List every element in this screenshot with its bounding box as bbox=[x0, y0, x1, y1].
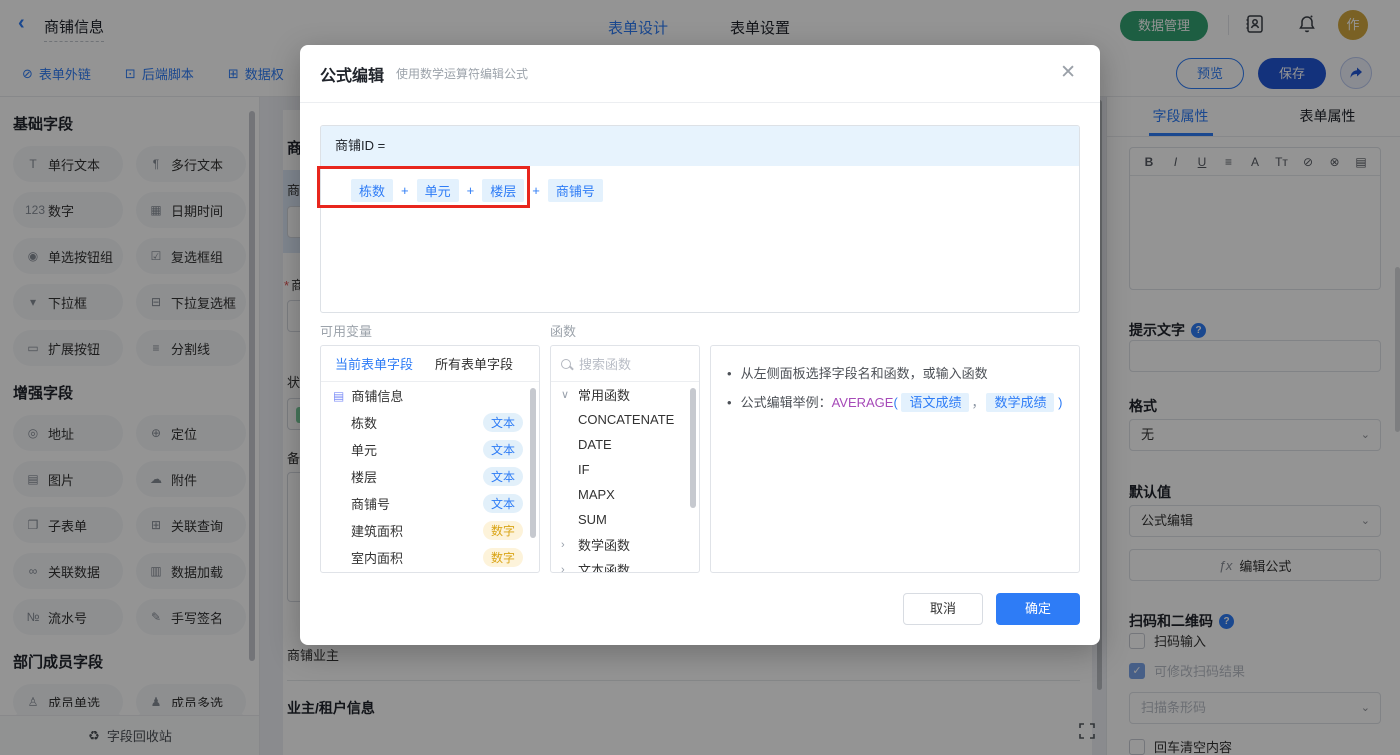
example-prefix: 公式编辑举例： bbox=[740, 394, 832, 410]
comma: ， bbox=[971, 394, 985, 410]
search-icon bbox=[561, 358, 571, 369]
bullet-icon: • bbox=[727, 394, 732, 410]
function-group-label: 文本函数 bbox=[578, 563, 631, 573]
formula-chip-商铺号[interactable]: 商铺号 bbox=[547, 179, 603, 202]
function-item-MAPX[interactable]: MAPX bbox=[551, 482, 699, 507]
modal-title: 公式编辑 bbox=[320, 67, 385, 85]
tab-all-form-fields[interactable]: 所有表单字段 bbox=[435, 354, 513, 373]
variables-caption: 可用变量 bbox=[320, 324, 373, 339]
function-group-label: 数学函数 bbox=[578, 538, 631, 553]
confirm-button[interactable]: 确定 bbox=[996, 593, 1080, 625]
variable-field-楼层[interactable]: 楼层 文本 bbox=[321, 463, 539, 490]
field-type-badge: 文本 bbox=[482, 494, 523, 513]
tips-panel: • 从左侧面板选择字段名和函数，或输入函数 • 公式编辑举例：AVERAGE( … bbox=[710, 345, 1080, 573]
variables-scrollbar[interactable] bbox=[530, 388, 536, 538]
tab-current-form-fields[interactable]: 当前表单字段 bbox=[335, 354, 413, 373]
function-group-文本函数[interactable]: › 文本函数 bbox=[551, 557, 699, 573]
formula-target: 商铺ID = bbox=[321, 126, 1079, 166]
close-paren: ) bbox=[1058, 394, 1063, 410]
search-placeholder: 搜索函数 bbox=[579, 357, 632, 372]
close-icon[interactable]: ✕ bbox=[1060, 63, 1076, 82]
field-type-badge: 文本 bbox=[482, 440, 523, 459]
variables-panel: 当前表单字段 所有表单字段 ▤ 商铺信息 栋数 文本 单元 文本 楼层 文本 商铺号 文本 建筑… bbox=[320, 345, 540, 573]
variable-field-name: 建筑面积 bbox=[351, 524, 404, 539]
formula-editor[interactable]: 商铺ID = 栋数 + 单元 + 楼层 + 商铺号 bbox=[320, 125, 1080, 313]
plus-operator: + bbox=[466, 183, 475, 198]
functions-panel: 搜索函数 ∨ 常用函数 CONCATENATE DATE IF MAPX SUM › 数学函数 ›… bbox=[550, 345, 700, 573]
variable-field-室内面积[interactable]: 室内面积 数字 bbox=[321, 544, 539, 571]
variable-field-name: 商铺号 bbox=[351, 497, 391, 512]
bullet-icon: • bbox=[727, 366, 732, 381]
form-doc-icon: ▤ bbox=[333, 388, 345, 403]
variable-field-name: 单元 bbox=[351, 443, 378, 458]
tip-line-2: • 公式编辑举例：AVERAGE( 语文成绩，数学成绩 ) bbox=[727, 389, 1063, 418]
plus-operator: + bbox=[532, 183, 540, 198]
formula-chip-楼层[interactable]: 楼层 bbox=[482, 179, 525, 202]
chevron-down-icon: ∨ bbox=[561, 389, 570, 401]
function-search[interactable]: 搜索函数 bbox=[551, 346, 699, 382]
variable-field-单元[interactable]: 单元 文本 bbox=[321, 436, 539, 463]
example-function-name: AVERAGE bbox=[831, 394, 894, 410]
tip-text-1: 从左侧面板选择字段名和函数，或输入函数 bbox=[740, 366, 988, 381]
form-node[interactable]: ▤ 商铺信息 bbox=[321, 382, 539, 409]
function-item-DATE[interactable]: DATE bbox=[551, 432, 699, 457]
functions-caption: 函数 bbox=[550, 324, 577, 339]
function-group-label: 常用函数 bbox=[578, 388, 631, 403]
variable-field-建筑面积[interactable]: 建筑面积 数字 bbox=[321, 517, 539, 544]
example-arg-chip: 语文成绩 bbox=[901, 392, 970, 412]
form-node-label: 商铺信息 bbox=[351, 389, 404, 404]
modal-header: 公式编辑 使用数学运算符编辑公式 ✕ bbox=[300, 45, 1100, 103]
formula-chip-栋数[interactable]: 栋数 bbox=[351, 179, 394, 202]
variable-field-name: 室内面积 bbox=[351, 551, 404, 566]
field-type-badge: 文本 bbox=[482, 413, 523, 432]
example-arg-chip: 数学成绩 bbox=[986, 392, 1055, 412]
field-type-badge: 数字 bbox=[482, 548, 523, 567]
modal-subtitle: 使用数学运算符编辑公式 bbox=[396, 67, 529, 81]
variable-field-栋数[interactable]: 栋数 文本 bbox=[321, 409, 539, 436]
cancel-button[interactable]: 取消 bbox=[903, 593, 983, 625]
function-item-SUM[interactable]: SUM bbox=[551, 507, 699, 532]
formula-expression: 栋数 + 单元 + 楼层 + 商铺号 bbox=[321, 166, 1079, 202]
variable-field-商铺号[interactable]: 商铺号 文本 bbox=[321, 490, 539, 517]
function-tree: ∨ 常用函数 CONCATENATE DATE IF MAPX SUM › 数学函数 › 文本函数 bbox=[551, 382, 699, 573]
open-paren: ( bbox=[893, 394, 898, 410]
formula-chip-单元[interactable]: 单元 bbox=[416, 179, 459, 202]
variable-field-name: 栋数 bbox=[351, 416, 378, 431]
plus-operator: + bbox=[401, 183, 409, 198]
variable-field-list: 栋数 文本 单元 文本 楼层 文本 商铺号 文本 建筑面积 数字 室内面积 数字 bbox=[321, 409, 539, 571]
function-group-常用函数[interactable]: ∨ 常用函数 bbox=[551, 382, 699, 407]
functions-scrollbar[interactable] bbox=[690, 388, 696, 508]
function-group-数学函数[interactable]: › 数学函数 bbox=[551, 532, 699, 557]
variable-field-name: 楼层 bbox=[351, 470, 378, 485]
field-type-badge: 文本 bbox=[482, 467, 523, 486]
field-type-badge: 数字 bbox=[482, 521, 523, 540]
chevron-right-icon: › bbox=[561, 563, 565, 573]
variables-tabs: 当前表单字段 所有表单字段 bbox=[321, 346, 539, 382]
tip-line-1: • 从左侧面板选择字段名和函数，或输入函数 bbox=[727, 360, 1063, 389]
chevron-right-icon: › bbox=[561, 538, 565, 551]
function-item-IF[interactable]: IF bbox=[551, 457, 699, 482]
tip-text-2: 公式编辑举例：AVERAGE( 语文成绩，数学成绩 ) bbox=[740, 389, 1063, 418]
formula-edit-modal: 公式编辑 使用数学运算符编辑公式 ✕ 商铺ID = 栋数 + 单元 + 楼层 + 商铺号 可… bbox=[300, 45, 1100, 645]
function-item-CONCATENATE[interactable]: CONCATENATE bbox=[551, 407, 699, 432]
